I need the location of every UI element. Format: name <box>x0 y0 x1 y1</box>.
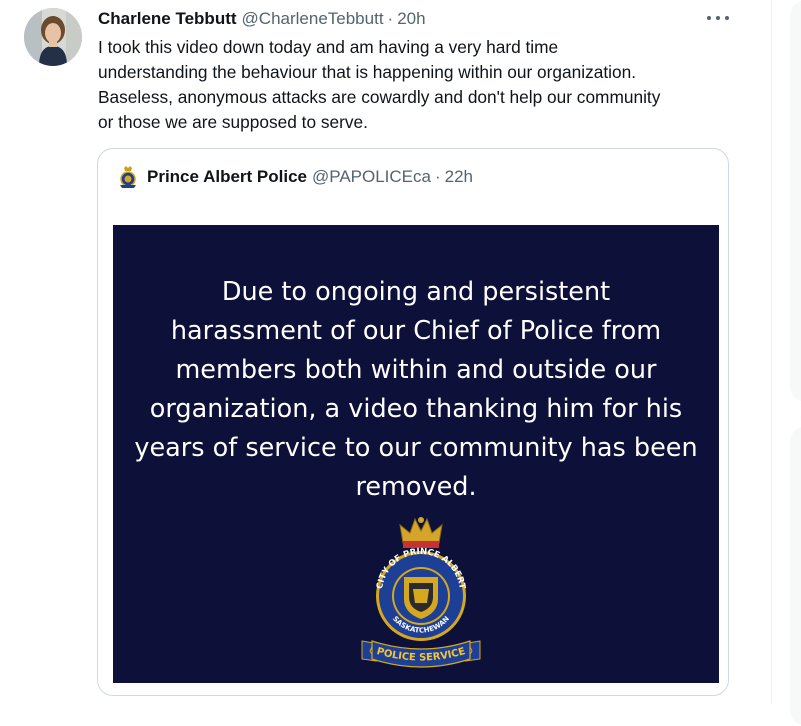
quoted-author-handle[interactable]: @PAPOLICEca <box>312 167 431 187</box>
quoted-media-image[interactable]: Due to ongoing and persistent harassment… <box>113 225 719 683</box>
sidebar-card <box>790 0 801 402</box>
tweet-text-line: understanding the behaviour that is happ… <box>98 62 637 82</box>
avatar[interactable] <box>24 8 82 66</box>
police-badge-icon[interactable] <box>117 165 139 189</box>
media-text-line: harassment of our Chief of Police from <box>170 316 662 346</box>
quoted-author-name[interactable]: Prince Albert Police <box>147 167 307 187</box>
tweet[interactable]: Charlene Tebbutt @CharleneTebbutt · 20h … <box>0 0 771 704</box>
tweet-text: I took this video down today and am havi… <box>98 35 748 135</box>
tweet-text-line: I took this video down today and am havi… <box>98 37 559 57</box>
tweet-timestamp[interactable]: 20h <box>397 9 425 29</box>
police-service-crest: CITY OF PRINCE ALBERT SASKATCHEWAN POLIC… <box>361 517 481 668</box>
media-text-line: Due to ongoing and persistent <box>221 277 611 307</box>
column-divider <box>771 0 772 704</box>
media-text-line: members both within and outside our <box>175 355 657 385</box>
media-text-line: organization, a video thanking him for h… <box>149 394 683 424</box>
avatar-image <box>24 8 82 66</box>
separator-dot: · <box>434 167 441 186</box>
sidebar-card <box>790 426 801 726</box>
author-name[interactable]: Charlene Tebbutt <box>98 9 237 29</box>
separator-dot: · <box>387 9 394 28</box>
quoted-timestamp[interactable]: 22h <box>445 167 473 187</box>
media-text-line: years of service to our community has be… <box>134 433 698 463</box>
tweet-header: Charlene Tebbutt @CharleneTebbutt · 20h <box>98 8 426 30</box>
media-text-line: removed. <box>355 472 477 502</box>
quoted-tweet-header: Prince Albert Police @PAPOLICEca · 22h <box>117 165 473 189</box>
tweet-text-line: Baseless, anonymous attacks are cowardly… <box>98 87 661 107</box>
media-statement: Due to ongoing and persistent harassment… <box>113 273 719 507</box>
more-horizontal-icon[interactable] <box>707 9 729 27</box>
author-handle[interactable]: @CharleneTebbutt <box>242 9 384 29</box>
quoted-tweet[interactable]: Prince Albert Police @PAPOLICEca · 22h D… <box>97 148 729 696</box>
tweet-text-line: or those we are supposed to serve. <box>98 112 368 132</box>
